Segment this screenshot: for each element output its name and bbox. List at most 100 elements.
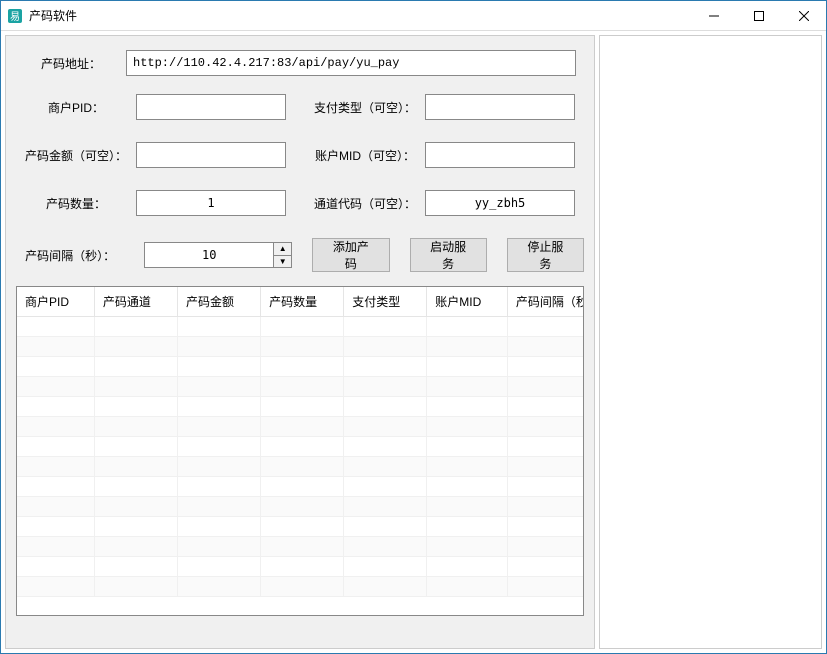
table-cell [94, 317, 177, 337]
table-cell [261, 337, 344, 357]
table-cell [261, 517, 344, 537]
table-cell [17, 557, 94, 577]
column-header[interactable]: 产码间隔（秒） [507, 287, 583, 317]
table-cell [94, 337, 177, 357]
table-cell [427, 517, 508, 537]
table-cell [507, 577, 583, 597]
table-cell [177, 397, 260, 417]
table-cell [261, 397, 344, 417]
merchant-pid-input[interactable] [136, 94, 286, 120]
table-cell [507, 357, 583, 377]
table-cell [94, 517, 177, 537]
table-cell [17, 337, 94, 357]
table-cell [17, 377, 94, 397]
table-cell [17, 357, 94, 377]
table-cell [261, 417, 344, 437]
table-row[interactable] [17, 417, 583, 437]
table-cell [344, 497, 427, 517]
table-row[interactable] [17, 557, 583, 577]
table-cell [17, 437, 94, 457]
table-cell [177, 357, 260, 377]
table-cell [427, 497, 508, 517]
interval-input[interactable] [144, 242, 274, 268]
table-cell [507, 497, 583, 517]
table-cell [94, 497, 177, 517]
table-row[interactable] [17, 457, 583, 477]
column-header[interactable]: 产码数量 [261, 287, 344, 317]
table-cell [261, 557, 344, 577]
add-button[interactable]: 添加产码 [312, 238, 389, 272]
table-row[interactable] [17, 577, 583, 597]
table-row[interactable] [17, 517, 583, 537]
table-cell [344, 457, 427, 477]
window-title: 产码软件 [29, 7, 77, 24]
column-header[interactable]: 商户PID [17, 287, 94, 317]
table-cell [17, 417, 94, 437]
column-header[interactable]: 账户MID [427, 287, 508, 317]
table-cell [94, 537, 177, 557]
table-cell [261, 437, 344, 457]
table-row[interactable] [17, 537, 583, 557]
spinner-up-icon[interactable]: ▲ [274, 243, 291, 256]
column-header[interactable]: 产码金额 [177, 287, 260, 317]
column-header[interactable]: 支付类型 [344, 287, 427, 317]
minimize-button[interactable] [691, 1, 736, 31]
table-scroll[interactable]: 商户PID产码通道产码金额产码数量支付类型账户MID产码间隔（秒） [17, 287, 583, 615]
table-cell [177, 337, 260, 357]
column-header[interactable]: 产码通道 [94, 287, 177, 317]
maximize-button[interactable] [736, 1, 781, 31]
table-cell [94, 457, 177, 477]
table-cell [177, 517, 260, 537]
start-button[interactable]: 启动服务 [410, 238, 487, 272]
table-cell [507, 537, 583, 557]
table-cell [17, 497, 94, 517]
pay-type-label: 支付类型（可空）： [305, 99, 425, 116]
table-row[interactable] [17, 397, 583, 417]
table-cell [261, 457, 344, 477]
table-row[interactable] [17, 437, 583, 457]
table-cell [17, 397, 94, 417]
table-cell [94, 417, 177, 437]
table-cell [94, 477, 177, 497]
close-button[interactable] [781, 1, 826, 31]
table-cell [261, 537, 344, 557]
interval-spinner[interactable]: ▲ ▼ [144, 242, 292, 268]
pay-type-input[interactable] [425, 94, 575, 120]
channel-code-input[interactable] [425, 190, 575, 216]
table-row[interactable] [17, 377, 583, 397]
table-cell [261, 317, 344, 337]
table-cell [507, 517, 583, 537]
table-cell [94, 577, 177, 597]
table-cell [17, 537, 94, 557]
table-cell [261, 497, 344, 517]
table-cell [427, 537, 508, 557]
table-row[interactable] [17, 337, 583, 357]
table-cell [177, 317, 260, 337]
table-row[interactable] [17, 497, 583, 517]
stop-button[interactable]: 停止服务 [507, 238, 584, 272]
table-row[interactable] [17, 477, 583, 497]
table-row[interactable] [17, 357, 583, 377]
table-cell [177, 417, 260, 437]
url-input[interactable] [126, 50, 576, 76]
spinner-down-icon[interactable]: ▼ [274, 256, 291, 268]
table-cell [94, 377, 177, 397]
table-cell [344, 357, 427, 377]
table-cell [177, 497, 260, 517]
table-cell [344, 397, 427, 417]
titlebar: 易 产码软件 [1, 1, 826, 31]
account-mid-input[interactable] [425, 142, 575, 168]
merchant-pid-label: 商户PID： [16, 99, 136, 116]
table-cell [507, 557, 583, 577]
table-cell [261, 577, 344, 597]
table-cell [94, 557, 177, 577]
table-row[interactable] [17, 317, 583, 337]
table-cell [94, 397, 177, 417]
table-cell [344, 577, 427, 597]
table-cell [507, 417, 583, 437]
count-input[interactable] [136, 190, 286, 216]
amount-input[interactable] [136, 142, 286, 168]
table-cell [177, 557, 260, 577]
table-cell [94, 357, 177, 377]
table-cell [344, 377, 427, 397]
